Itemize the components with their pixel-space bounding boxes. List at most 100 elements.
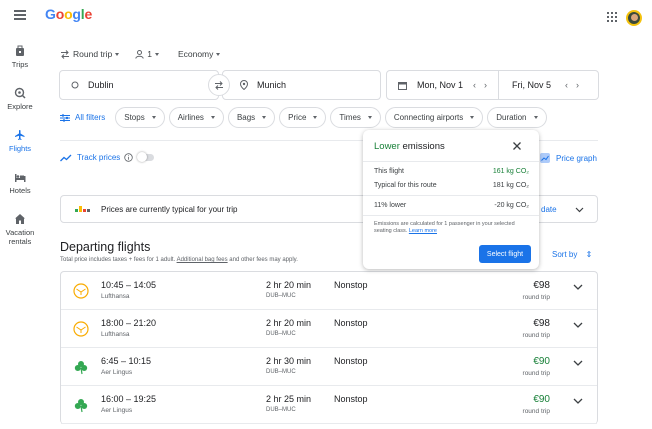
flight-row[interactable]: 18:00 – 21:20 Lufthansa 2 hr 20 min DUB–… (61, 310, 597, 348)
price-graph-button[interactable]: Price graph (540, 153, 597, 163)
airline-name: Lufthansa (101, 331, 130, 338)
prev-date-icon[interactable]: ‹ (565, 80, 568, 90)
filter-chip-airlines[interactable]: Airlines (168, 107, 224, 128)
calendar-icon (398, 81, 407, 90)
difference-label: 11% lower (374, 202, 407, 209)
track-prices-row: Track prices (60, 152, 155, 162)
caret-down-icon (216, 52, 221, 56)
chevron-down-icon[interactable] (573, 398, 583, 405)
bag-fees-link[interactable]: Additional bag fees (177, 257, 228, 263)
flight-stops: Nonstop (334, 394, 368, 404)
track-prices-toggle[interactable] (137, 152, 155, 162)
select-flight-button[interactable]: Select flight (479, 245, 531, 263)
info-icon[interactable] (124, 153, 133, 162)
next-date-icon[interactable]: › (576, 80, 579, 90)
flight-stops: Nonstop (334, 280, 368, 290)
chip-label: Price (288, 113, 307, 122)
flight-price: €98 (533, 318, 550, 329)
flight-row[interactable]: 6:45 – 10:15 Aer Lingus 2 hr 30 min DUB–… (61, 348, 597, 386)
chip-label: Airlines (177, 113, 204, 122)
return-date-value: Fri, Nov 5 (512, 80, 552, 90)
aer-lingus-shamrock-icon (74, 361, 88, 375)
swap-arrows-icon (61, 49, 69, 59)
divider (363, 195, 539, 196)
trip-type-label: round trip (522, 370, 550, 377)
popup-title: Lower emissions (374, 141, 445, 152)
aer-lingus-shamrock-icon (74, 399, 88, 413)
this-flight-label: This flight (374, 168, 404, 175)
typical-value: 181 kg CO₂ (492, 182, 529, 189)
flight-price: €90 (533, 356, 550, 367)
depart-date-value: Mon, Nov 1 (417, 80, 464, 90)
caret-down-icon (151, 116, 156, 119)
trip-type-value: Round trip (73, 49, 113, 59)
origin-field[interactable]: Dublin (59, 70, 219, 100)
flight-stops: Nonstop (334, 318, 368, 328)
tune-icon (60, 113, 70, 122)
nav-label: rentals (8, 237, 32, 246)
filter-chip-times[interactable]: Times (330, 107, 381, 128)
sort-by-button[interactable]: Sort by ⇕ (552, 250, 592, 259)
insight-link[interactable]: date (541, 205, 557, 214)
chip-label: Connecting airports (393, 113, 464, 122)
apps-grid-icon[interactable] (607, 12, 617, 22)
cabin-value: Economy (177, 49, 214, 59)
flight-row[interactable]: 16:00 – 19:25 Aer Lingus 2 hr 25 min DUB… (61, 386, 597, 424)
trip-type-select[interactable]: Round trip (60, 49, 120, 59)
avatar[interactable] (626, 10, 642, 26)
sort-icon: ⇕ (585, 250, 593, 259)
nav-item-explore[interactable]: Explore (0, 87, 40, 111)
nav-item-vacation-rentals[interactable]: Vacation rentals (0, 213, 40, 246)
chevron-down-icon[interactable] (573, 360, 583, 367)
chevron-down-icon[interactable] (573, 284, 583, 291)
prev-date-icon[interactable]: ‹ (473, 80, 476, 90)
note-text: Emissions are calculated for 1 passenger… (374, 221, 515, 235)
cabin-class-select[interactable]: Economy (175, 49, 221, 59)
flight-row[interactable]: 10:45 – 14:05 Lufthansa 2 hr 20 min DUB–… (61, 272, 597, 310)
caret-down-icon (470, 116, 475, 119)
nav-item-hotels[interactable]: Hotels (0, 171, 40, 195)
difference-row: 11% lower -20 kg CO₂ (374, 202, 529, 209)
bed-icon (15, 174, 26, 182)
destination-field[interactable]: Munich (222, 70, 381, 100)
trip-type-label: round trip (522, 294, 550, 301)
chevron-down-icon[interactable] (575, 207, 584, 213)
chevron-down-icon[interactable] (573, 322, 583, 329)
google-logo[interactable]: Google (45, 6, 92, 22)
chip-label: Duration (496, 113, 527, 122)
close-icon[interactable] (511, 140, 523, 152)
popup-title-rest: emissions (399, 141, 445, 152)
filter-chip-bags[interactable]: Bags (227, 107, 276, 128)
airplane-icon (15, 130, 25, 140)
passengers-value: 1 (147, 49, 152, 59)
subtitle-text: Total price includes taxes + fees for 1 … (60, 257, 177, 263)
flight-route: DUB–MUC (266, 331, 296, 337)
airline-name: Aer Lingus (101, 369, 133, 376)
learn-more-link[interactable]: Learn more (409, 228, 437, 234)
subtitle-text: and other fees may apply. (227, 257, 298, 263)
nav-item-flights[interactable]: Flights (0, 129, 40, 153)
date-range-field: Mon, Nov 1 ‹ › Fri, Nov 5 ‹ › (386, 70, 599, 100)
flight-route: DUB–MUC (266, 407, 296, 413)
filter-chip-stops[interactable]: Stops (115, 107, 165, 128)
flight-times: 16:00 – 19:25 (101, 394, 157, 404)
person-icon (135, 49, 144, 59)
filter-chip-price[interactable]: Price (279, 107, 327, 128)
filter-chip-connecting-airports[interactable]: Connecting airports (384, 107, 484, 128)
filter-bar: All filters Stops Airlines Bags Price Ti… (60, 107, 551, 128)
logo-letter: g (72, 6, 81, 22)
difference-value: -20 kg CO₂ (494, 202, 529, 209)
destination-value: Munich (257, 80, 287, 90)
next-date-icon[interactable]: › (484, 80, 487, 90)
filter-chip-duration[interactable]: Duration (487, 107, 547, 128)
flight-duration: 2 hr 20 min (266, 318, 312, 328)
menu-icon[interactable] (14, 10, 26, 20)
nav-item-trips[interactable]: Trips (0, 45, 40, 69)
all-filters-button[interactable]: All filters (60, 113, 105, 122)
passengers-select[interactable]: 1 (135, 49, 159, 59)
price-graph-label: Price graph (556, 153, 597, 163)
return-date-field[interactable]: Fri, Nov 5 ‹ › (499, 71, 579, 99)
swap-locations-button[interactable] (208, 74, 230, 96)
depart-date-field[interactable]: Mon, Nov 1 ‹ › (387, 71, 499, 99)
trip-type-label: round trip (522, 408, 550, 415)
